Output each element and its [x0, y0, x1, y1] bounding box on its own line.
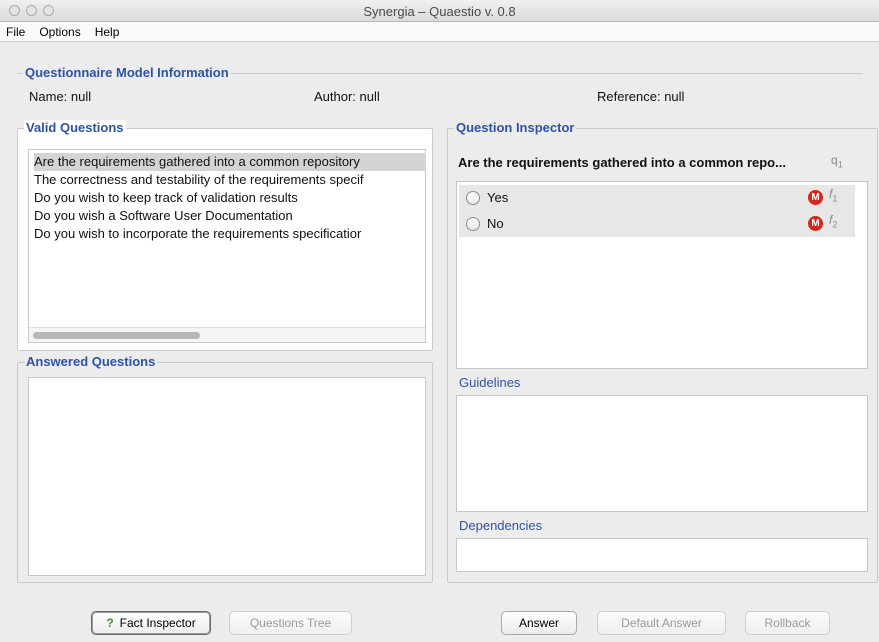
mandatory-badge-icon: M [808, 216, 823, 231]
radio-button[interactable] [466, 217, 480, 231]
valid-question-item[interactable]: Do you wish to keep track of validation … [34, 189, 426, 207]
answer-button[interactable]: Answer [501, 611, 577, 635]
questions-tree-button[interactable]: Questions Tree [229, 611, 352, 635]
model-name: Name: null [29, 89, 92, 104]
question-id-letter: q [831, 153, 838, 167]
fact-inspector-label: Fact Inspector [119, 616, 196, 630]
model-author: Author: null [314, 89, 380, 104]
window-title: Synergia – Quaestio v. 0.8 [363, 4, 516, 19]
menu-bar: File Options Help [0, 22, 879, 42]
answer-option-no[interactable]: No M f2 [459, 211, 855, 237]
valid-question-item[interactable]: Do you wish to incorporate the requireme… [34, 225, 426, 243]
fact-inspector-button[interactable]: ? Fact Inspector [91, 611, 211, 635]
menu-file[interactable]: File [6, 25, 25, 39]
answered-questions-legend: Answered Questions [24, 354, 158, 369]
radio-button[interactable] [466, 191, 480, 205]
question-id: q1 [831, 153, 843, 169]
answer-label: Yes [487, 190, 509, 205]
answered-questions-list[interactable] [28, 377, 426, 576]
answer-label: No [487, 216, 504, 231]
rollback-button[interactable]: Rollback [745, 611, 830, 635]
help-icon: ? [106, 616, 114, 630]
valid-questions-list[interactable]: Are the requirements gathered into a com… [28, 149, 426, 343]
model-reference: Reference: null [597, 89, 685, 104]
fact-id: f1 [829, 187, 837, 203]
valid-questions-group: Valid Questions Are the requirements gat… [17, 120, 433, 351]
dependencies-label: Dependencies [459, 518, 543, 533]
dependencies-box [456, 538, 868, 572]
valid-questions-horizontal-scrollbar[interactable] [29, 327, 425, 342]
guidelines-box [456, 395, 868, 512]
app-window: Synergia – Quaestio v. 0.8 File Options … [0, 0, 879, 642]
answered-questions-group: Answered Questions [17, 354, 433, 583]
guidelines-label: Guidelines [459, 375, 521, 390]
valid-questions-legend: Valid Questions [24, 120, 126, 135]
inspector-question-text: Are the requirements gathered into a com… [458, 155, 786, 170]
valid-question-item[interactable]: Are the requirements gathered into a com… [34, 153, 426, 171]
model-info-legend: Questionnaire Model Information [23, 65, 231, 80]
fact-id: f2 [829, 213, 837, 229]
scrollbar-thumb[interactable] [33, 332, 200, 339]
menu-help[interactable]: Help [95, 25, 120, 39]
model-info-group: Questionnaire Model Information Name: nu… [17, 65, 863, 110]
answers-list: Yes M f1 No M f2 [456, 181, 868, 369]
fact-id-index: 2 [832, 219, 838, 230]
default-answer-button[interactable]: Default Answer [597, 611, 726, 635]
valid-question-item[interactable]: Do you wish a Software User Documentatio… [34, 207, 426, 225]
question-inspector-legend: Question Inspector [454, 120, 577, 135]
fact-id-index: 1 [832, 193, 838, 204]
menu-options[interactable]: Options [39, 25, 80, 39]
mandatory-badge-icon: M [808, 190, 823, 205]
title-bar: Synergia – Quaestio v. 0.8 [0, 0, 879, 22]
question-id-index: 1 [837, 159, 843, 170]
answer-option-yes[interactable]: Yes M f1 [459, 185, 855, 211]
valid-question-item[interactable]: The correctness and testability of the r… [34, 171, 426, 189]
